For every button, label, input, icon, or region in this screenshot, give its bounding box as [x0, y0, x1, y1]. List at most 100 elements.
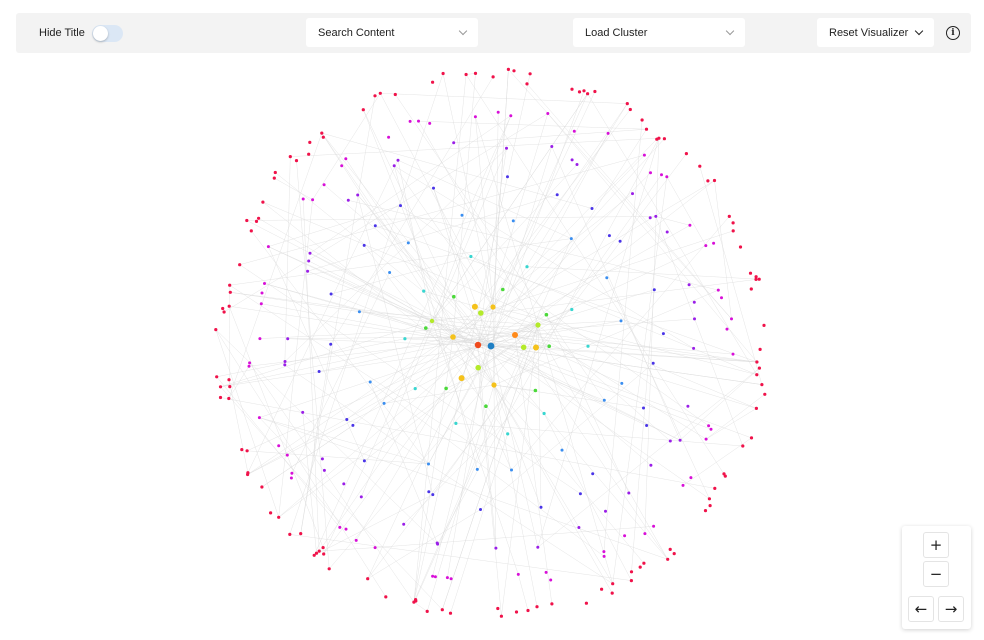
graph-node[interactable]: [445, 576, 449, 580]
graph-node[interactable]: [307, 259, 311, 263]
graph-node[interactable]: [655, 137, 659, 141]
graph-node[interactable]: [431, 493, 435, 497]
graph-node[interactable]: [218, 385, 223, 389]
graph-node[interactable]: [707, 497, 712, 501]
graph-node[interactable]: [754, 406, 759, 410]
graph-node[interactable]: [245, 218, 249, 223]
graph-node[interactable]: [570, 307, 574, 312]
graph-node[interactable]: [392, 164, 396, 168]
graph-node[interactable]: [327, 567, 331, 571]
graph-node[interactable]: [413, 387, 417, 391]
graph-node[interactable]: [525, 82, 529, 86]
graph-node[interactable]: [329, 342, 333, 346]
graph-node[interactable]: [749, 436, 754, 440]
graph-node[interactable]: [625, 102, 629, 106]
graph-node[interactable]: [263, 282, 266, 285]
graph-node[interactable]: [260, 485, 264, 489]
graph-node[interactable]: [760, 383, 764, 387]
graph-node[interactable]: [749, 287, 753, 291]
graph-node[interactable]: [308, 140, 312, 144]
zoom-in-button[interactable]: +: [923, 532, 949, 558]
graph-node[interactable]: [666, 557, 670, 561]
graph-node[interactable]: [560, 448, 564, 452]
graph-node[interactable]: [755, 373, 759, 377]
graph-node[interactable]: [422, 289, 426, 293]
graph-node[interactable]: [604, 509, 607, 513]
graph-node[interactable]: [464, 72, 468, 77]
graph-node[interactable]: [317, 549, 321, 553]
graph-node[interactable]: [338, 525, 342, 529]
graph-node[interactable]: [505, 146, 508, 150]
graph-node[interactable]: [245, 449, 249, 453]
graph-node[interactable]: [610, 591, 614, 595]
graph-node[interactable]: [454, 421, 458, 425]
graph-node[interactable]: [520, 344, 527, 351]
graph-node[interactable]: [516, 572, 520, 576]
graph-node[interactable]: [755, 360, 759, 364]
graph-node[interactable]: [283, 360, 287, 363]
graph-node[interactable]: [382, 401, 386, 405]
graph-node[interactable]: [591, 472, 595, 476]
graph-node[interactable]: [763, 392, 767, 396]
graph-node[interactable]: [261, 200, 265, 204]
graph-node[interactable]: [393, 92, 397, 97]
graph-node[interactable]: [436, 542, 440, 546]
graph-node[interactable]: [584, 601, 589, 605]
graph-node[interactable]: [577, 526, 581, 529]
graph-node[interactable]: [378, 91, 382, 95]
graph-node[interactable]: [249, 229, 253, 233]
graph-node[interactable]: [748, 271, 753, 275]
graph-node[interactable]: [425, 609, 429, 614]
graph-node[interactable]: [306, 269, 310, 273]
graph-node[interactable]: [506, 67, 510, 71]
graph-node[interactable]: [704, 437, 708, 441]
graph-node[interactable]: [260, 291, 264, 295]
graph-node[interactable]: [731, 221, 735, 225]
graph-node[interactable]: [648, 216, 652, 220]
graph-node[interactable]: [340, 164, 344, 168]
graph-node[interactable]: [403, 337, 407, 341]
graph-hub-node[interactable]: [491, 382, 497, 388]
graph-node[interactable]: [665, 230, 669, 234]
graph-node[interactable]: [586, 344, 590, 348]
graph-node[interactable]: [290, 471, 294, 475]
graph-node[interactable]: [227, 304, 231, 308]
graph-node[interactable]: [246, 471, 250, 475]
graph-node[interactable]: [473, 71, 478, 75]
graph-node[interactable]: [528, 72, 532, 76]
graph-node[interactable]: [661, 332, 665, 336]
graph-node[interactable]: [311, 198, 315, 202]
graph-node[interactable]: [362, 459, 366, 463]
graph-node[interactable]: [628, 107, 632, 112]
graph-node[interactable]: [570, 158, 574, 162]
graph-node[interactable]: [258, 337, 262, 341]
graph-node[interactable]: [640, 118, 644, 122]
load-cluster-dropdown[interactable]: Load Cluster: [573, 18, 745, 47]
graph-node[interactable]: [692, 300, 696, 304]
graph-node[interactable]: [716, 288, 720, 292]
graph-node[interactable]: [257, 416, 261, 420]
graph-node[interactable]: [665, 175, 669, 179]
graph-node[interactable]: [449, 577, 453, 581]
graph-node[interactable]: [359, 495, 363, 499]
graph-node[interactable]: [707, 424, 711, 428]
graph-node[interactable]: [668, 547, 672, 551]
graph-node[interactable]: [586, 92, 590, 96]
graph-node[interactable]: [259, 302, 263, 306]
graph-node[interactable]: [221, 306, 225, 311]
graph-node[interactable]: [512, 69, 516, 73]
graph-node[interactable]: [698, 164, 702, 168]
graph-node[interactable]: [317, 370, 321, 373]
graph-node[interactable]: [294, 159, 299, 163]
graph-node[interactable]: [631, 192, 634, 196]
graph-node[interactable]: [228, 283, 232, 287]
graph-node[interactable]: [542, 411, 546, 416]
graph-node[interactable]: [366, 577, 370, 581]
graph-node[interactable]: [712, 241, 716, 245]
graph-node[interactable]: [444, 386, 448, 391]
graph-node[interactable]: [693, 317, 696, 321]
graph-node[interactable]: [248, 361, 252, 365]
graph-node[interactable]: [606, 131, 610, 135]
graph-node[interactable]: [549, 578, 553, 582]
graph-node[interactable]: [496, 110, 500, 114]
